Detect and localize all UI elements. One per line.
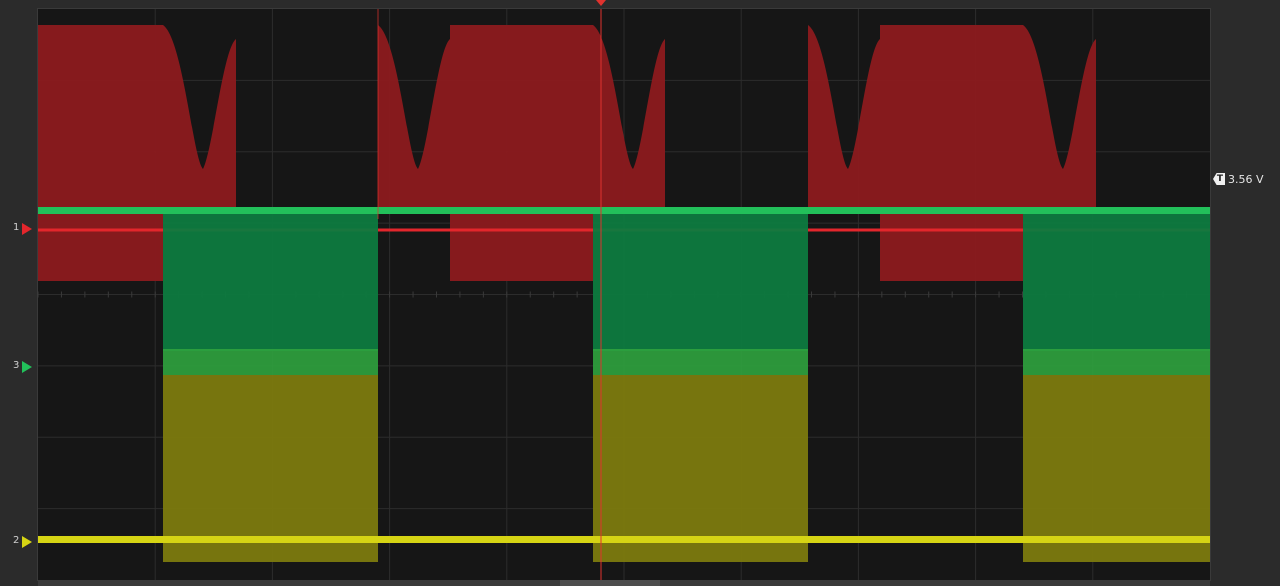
channel-1-envelope (880, 25, 1023, 281)
channel-3-high-fill (163, 211, 378, 351)
channel-2-offset-marker[interactable]: 2 (0, 534, 32, 550)
channel-3-trace (38, 207, 1210, 214)
horizontal-scroll-thumb[interactable] (560, 580, 660, 586)
channel-2-trace (38, 536, 1210, 543)
trigger-icon: T (1213, 173, 1225, 185)
channel-1-ringing (1023, 25, 1096, 209)
channel-1-label: 1 (13, 222, 20, 233)
channel-1-ringing (378, 25, 450, 209)
channel-1-ringing (808, 25, 880, 209)
trigger-position-marker[interactable] (596, 0, 606, 6)
trigger-level-value: 3.56 V (1228, 172, 1264, 186)
channel-1-envelope (450, 25, 593, 281)
right-margin-panel (1210, 0, 1280, 586)
channel-3-label: 3 (13, 360, 20, 371)
channel-3-low-band (593, 349, 808, 375)
waveform-canvas[interactable] (38, 9, 1210, 580)
channel-3-offset-marker[interactable]: 3 (0, 359, 32, 375)
channel-3-low-band (163, 349, 378, 375)
trigger-level-marker[interactable]: T 3.56 V (1213, 171, 1264, 187)
channel-1-ringing (593, 25, 665, 209)
channel-1-arrow-icon (22, 223, 32, 235)
channel-3-arrow-icon (22, 361, 32, 373)
channel-3-high-fill (593, 211, 808, 351)
channel-2-high-fill (593, 375, 808, 562)
channel-2-high-fill (163, 375, 378, 562)
channel-2-high-fill (1023, 375, 1210, 562)
channel-1-offset-marker[interactable]: 1 (0, 221, 32, 237)
channel-2-arrow-icon (22, 536, 32, 548)
channel-3-low-band (1023, 349, 1210, 375)
channel-1-envelope (38, 25, 163, 281)
channel-2-label: 2 (13, 535, 20, 546)
oscilloscope-display[interactable] (37, 8, 1211, 581)
channel-3-high-fill (1023, 211, 1210, 351)
channel-gutter (0, 0, 38, 586)
channel-1-ringing (163, 25, 236, 209)
